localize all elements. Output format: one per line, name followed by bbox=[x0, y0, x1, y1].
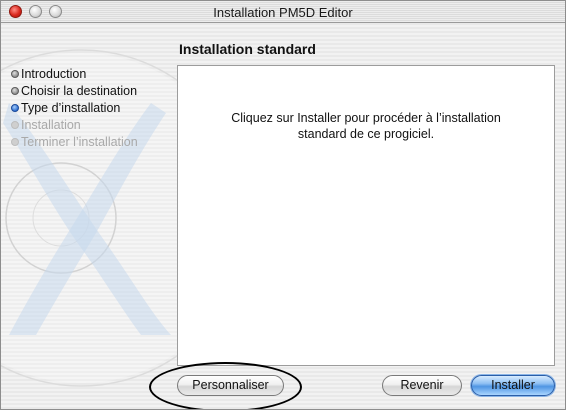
content-panel: Cliquez sur Installer pour procéder à l’… bbox=[177, 65, 555, 366]
highlight-ellipse bbox=[149, 362, 302, 409]
section-title: Installation standard bbox=[179, 41, 316, 57]
step-bullet-icon bbox=[11, 103, 19, 112]
step-bullet-icon bbox=[11, 69, 19, 78]
install-button[interactable]: Installer bbox=[471, 375, 555, 396]
back-button[interactable]: Revenir bbox=[382, 375, 462, 396]
content-message-line-2: standard de ce progiciel. bbox=[297, 127, 435, 141]
title-bar: Installation PM5D Editor bbox=[1, 1, 565, 23]
content-message: Cliquez sur Installer pour procéder à l’… bbox=[178, 110, 554, 142]
step-finish-installation: Terminer l’installation bbox=[11, 133, 138, 150]
installation-steps: Introduction Choisir la destination Type… bbox=[11, 65, 138, 150]
step-bullet-icon bbox=[11, 137, 19, 146]
step-bullet-icon bbox=[11, 86, 19, 95]
installer-window: Installation PM5D Editor Installation st… bbox=[0, 0, 566, 410]
step-label: Installation bbox=[21, 117, 81, 132]
step-installation-type: Type d’installation bbox=[11, 99, 138, 116]
window-title: Installation PM5D Editor bbox=[213, 5, 353, 20]
step-label: Terminer l’installation bbox=[21, 134, 138, 149]
step-installation: Installation bbox=[11, 116, 138, 133]
step-choose-destination: Choisir la destination bbox=[11, 82, 138, 99]
step-label: Choisir la destination bbox=[21, 83, 138, 98]
step-label: Introduction bbox=[21, 66, 87, 81]
content-message-line-1: Cliquez sur Installer pour procéder à l’… bbox=[231, 111, 501, 125]
step-introduction: Introduction bbox=[11, 65, 138, 82]
step-bullet-icon bbox=[11, 120, 19, 129]
step-label: Type d’installation bbox=[21, 100, 121, 115]
